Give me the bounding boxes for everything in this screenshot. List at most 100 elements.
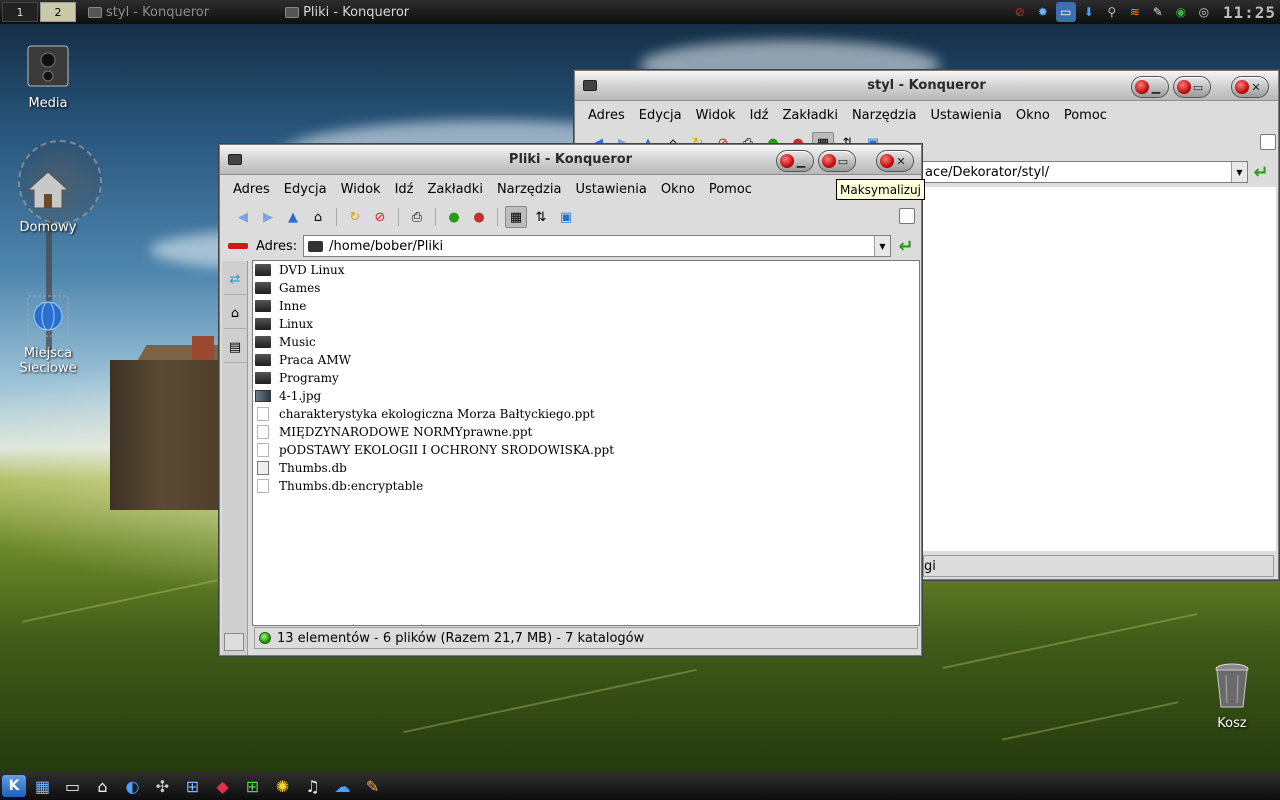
- list-item[interactable]: Inne: [253, 297, 919, 315]
- titlebar[interactable]: Pliki - Konqueror ▁ ▭ ✕: [220, 145, 921, 175]
- browser-icon[interactable]: ◐: [119, 773, 146, 799]
- stop-icon[interactable]: ⊘: [369, 206, 391, 228]
- maximize-button[interactable]: ▭: [818, 150, 856, 172]
- go-arrow-icon[interactable]: ↵: [1250, 161, 1272, 183]
- toolbar-corner-box[interactable]: [899, 208, 915, 224]
- edit-tools-icon[interactable]: ✎: [359, 773, 386, 799]
- forward-arrow-icon[interactable]: ▶: [257, 206, 279, 228]
- list-item[interactable]: Music: [253, 333, 919, 351]
- list-item[interactable]: MIĘDZYNARODOWE NORMYprawne.ppt: [253, 423, 919, 441]
- zoom-out-icon[interactable]: ●: [468, 206, 490, 228]
- desktop-icon-media[interactable]: Media: [8, 40, 88, 111]
- list-item[interactable]: DVD Linux: [253, 261, 919, 279]
- task-pliki-konqueror[interactable]: Pliki - Konqueror: [277, 1, 417, 23]
- document-icon: [257, 407, 269, 421]
- preview-icon[interactable]: ▣: [555, 206, 577, 228]
- zoom-in-icon[interactable]: ●: [443, 206, 465, 228]
- list-item[interactable]: Linux: [253, 315, 919, 333]
- menu-pomoc[interactable]: Pomoc: [1057, 108, 1114, 123]
- list-item[interactable]: Games: [253, 279, 919, 297]
- list-item[interactable]: 4-1.jpg: [253, 387, 919, 405]
- view-mode-icon[interactable]: ▦: [505, 206, 527, 228]
- menu-adres[interactable]: Adres: [226, 182, 277, 197]
- home-icon[interactable]: ⌂: [307, 206, 329, 228]
- up-arrow-icon[interactable]: ▲: [282, 206, 304, 228]
- file-view[interactable]: DVD Linux Games Inne Linux Music Praca A…: [252, 260, 920, 626]
- k-menu-icon[interactable]: K: [2, 775, 26, 797]
- menu-idz[interactable]: Idź: [743, 108, 776, 123]
- sun-icon[interactable]: ✺: [269, 773, 296, 799]
- list-item[interactable]: Programy: [253, 369, 919, 387]
- menu-pomoc[interactable]: Pomoc: [702, 182, 759, 197]
- desktop-1-button[interactable]: 1: [2, 2, 38, 22]
- close-button[interactable]: ✕: [1231, 76, 1269, 98]
- clock[interactable]: 11:25: [1217, 3, 1280, 22]
- network-icon[interactable]: ⚲: [1102, 2, 1122, 22]
- rss-icon[interactable]: ≋: [1125, 2, 1145, 22]
- maximize-button[interactable]: ▭: [1173, 76, 1211, 98]
- list-item[interactable]: Praca AMW: [253, 351, 919, 369]
- split-view-icon[interactable]: ⇅: [530, 206, 552, 228]
- menu-zakladki[interactable]: Zakładki: [420, 182, 489, 197]
- address-combo[interactable]: /home/bober/Pliki ▼: [303, 235, 891, 257]
- messenger-icon[interactable]: ☁: [329, 773, 356, 799]
- chevron-down-icon[interactable]: ▼: [1231, 162, 1247, 182]
- close-button[interactable]: ✕: [876, 150, 914, 172]
- speaker-icon[interactable]: ♫: [299, 773, 326, 799]
- download-icon[interactable]: ⬇: [1079, 2, 1099, 22]
- go-arrow-icon[interactable]: ↵: [895, 235, 917, 257]
- file-view[interactable]: [923, 187, 1276, 551]
- sidebar-toggle[interactable]: [224, 633, 244, 651]
- menu-okno[interactable]: Okno: [654, 182, 702, 197]
- display-icon[interactable]: ▭: [1055, 2, 1076, 22]
- menu-narzedzia[interactable]: Narzędzia: [845, 108, 924, 123]
- titlebar[interactable]: styl - Konqueror ▁ ▭ ✕: [575, 71, 1278, 101]
- desktop-icon-network[interactable]: Miejsca Sieciowe: [8, 290, 88, 376]
- menu-ustawienia[interactable]: Ustawienia: [568, 182, 653, 197]
- address-combo[interactable]: ace/Dekorator/styl/ ▼: [923, 161, 1248, 183]
- terminal-icon[interactable]: ▭: [59, 773, 86, 799]
- sidebar-devices-icon[interactable]: ▤: [224, 333, 246, 363]
- minimize-button[interactable]: ▁: [776, 150, 814, 172]
- sidebar-home-icon[interactable]: ⌂: [224, 299, 246, 329]
- list-item[interactable]: charakterystyka ekologiczna Morza Bałtyc…: [253, 405, 919, 423]
- toolbar-corner-box[interactable]: [1260, 134, 1276, 150]
- list-item[interactable]: Thumbs.db:encryptable: [253, 477, 919, 495]
- gamepad-icon[interactable]: ✣: [149, 773, 176, 799]
- menu-widok[interactable]: Widok: [334, 182, 388, 197]
- network-monitor-icon[interactable]: ⊞: [179, 773, 206, 799]
- list-item[interactable]: Thumbs.db: [253, 459, 919, 477]
- menu-narzedzia[interactable]: Narzędzia: [490, 182, 569, 197]
- menu-widok[interactable]: Widok: [689, 108, 743, 123]
- menu-okno[interactable]: Okno: [1009, 108, 1057, 123]
- back-arrow-icon[interactable]: ◀: [232, 206, 254, 228]
- ruby-icon[interactable]: ◆: [209, 773, 236, 799]
- menu-edycja[interactable]: Edycja: [277, 182, 334, 197]
- list-item[interactable]: pODSTAWY EKOLOGII I OCHRONY SRODOWISKA.p…: [253, 441, 919, 459]
- minimize-button[interactable]: ▁: [1131, 76, 1169, 98]
- file-name: Games: [279, 281, 321, 295]
- window-pliki-konqueror[interactable]: Pliki - Konqueror ▁ ▭ ✕ Adres Edycja Wid…: [219, 144, 922, 656]
- menu-adres[interactable]: Adres: [581, 108, 632, 123]
- reload-icon[interactable]: ↻: [344, 206, 366, 228]
- home-folder-icon[interactable]: ⌂: [89, 773, 116, 799]
- disc-icon[interactable]: ◎: [1194, 2, 1214, 22]
- clear-location-icon[interactable]: [228, 243, 248, 249]
- menu-zakladki[interactable]: Zakładki: [775, 108, 844, 123]
- menu-idz[interactable]: Idź: [388, 182, 421, 197]
- desktop-icon-trash[interactable]: Kosz: [1192, 660, 1272, 731]
- gear-icon[interactable]: ✹: [1033, 2, 1053, 22]
- task-styl-konqueror[interactable]: styl - Konqueror: [80, 1, 217, 23]
- desktop-2-button[interactable]: 2: [40, 2, 76, 22]
- menu-ustawienia[interactable]: Ustawienia: [923, 108, 1008, 123]
- globe-icon[interactable]: ◉: [1171, 2, 1191, 22]
- menu-edycja[interactable]: Edycja: [632, 108, 689, 123]
- desktop-icon-home[interactable]: Domowy: [8, 164, 88, 235]
- desktop-show-icon[interactable]: ▦: [29, 773, 56, 799]
- print-icon[interactable]: ⎙: [406, 206, 428, 228]
- windows-icon[interactable]: ⊞: [239, 773, 266, 799]
- pen-icon[interactable]: ✎: [1148, 2, 1168, 22]
- chevron-down-icon[interactable]: ▼: [874, 236, 890, 256]
- no-entry-icon[interactable]: ⊘: [1010, 2, 1030, 22]
- sidebar-network-icon[interactable]: ⇄: [224, 265, 246, 295]
